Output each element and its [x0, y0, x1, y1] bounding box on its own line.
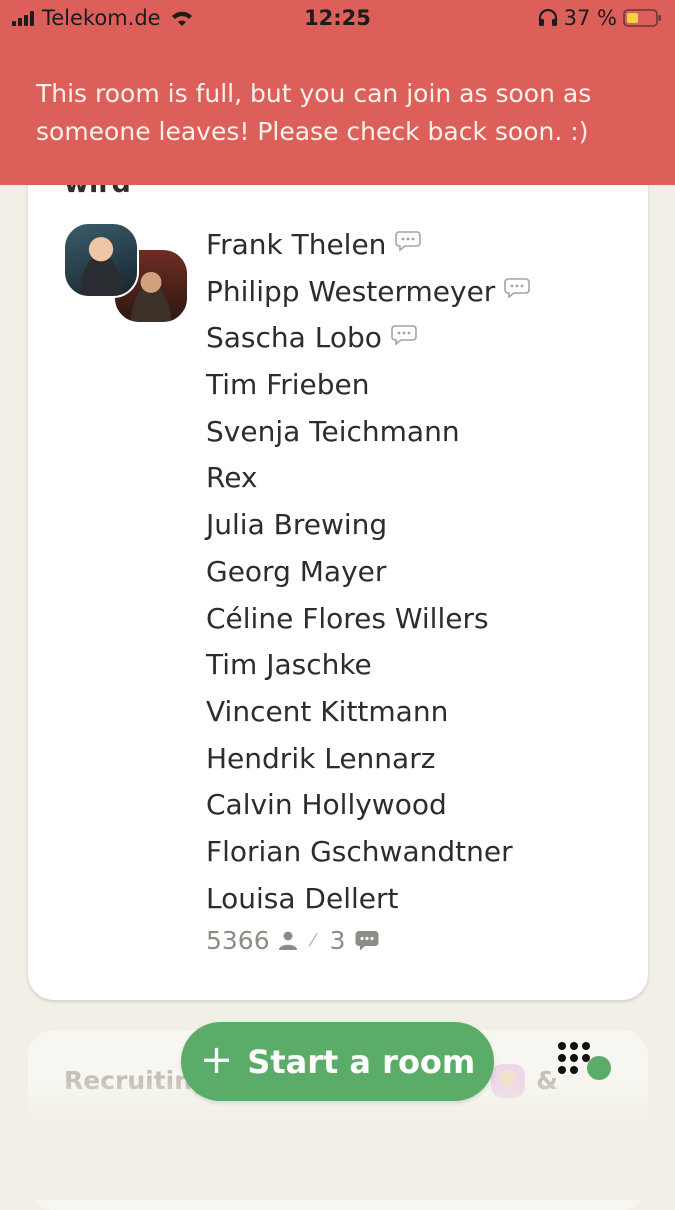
speaker-name: Calvin Hollywood: [206, 788, 447, 822]
speaker-item: Georg Mayer: [206, 549, 530, 596]
speaker-name: Tim Frieben: [206, 368, 370, 402]
battery-percent: 37 %: [563, 6, 617, 30]
speech-bubble-icon: [504, 278, 531, 299]
start-room-button[interactable]: + Start a room: [181, 1022, 494, 1101]
speaker-name: Sascha Lobo: [206, 321, 382, 355]
speaker-name: Céline Flores Willers: [206, 601, 489, 635]
speaker-item: Sascha Lobo: [206, 315, 530, 362]
speaker-name: Hendrik Lennarz: [206, 741, 436, 775]
listener-count: 5366: [206, 926, 270, 955]
speaker-name: Georg Mayer: [206, 554, 387, 588]
speaker-name: Philipp Westermeyer: [206, 274, 496, 308]
headphones-icon: [538, 9, 557, 26]
speaker-item: Vincent Kittmann: [206, 689, 530, 736]
speaker-name: Florian Gschwandtner: [206, 834, 513, 868]
plus-icon: +: [199, 1036, 234, 1083]
speaker-item: Philipp Westermeyer: [206, 269, 531, 316]
person-icon: [278, 931, 297, 950]
chat-bubble-icon: [355, 930, 379, 950]
room-stats: 5366 ⁄ 3: [206, 926, 379, 955]
speaker-count: 3: [329, 926, 346, 955]
speech-bubble-icon: [395, 231, 422, 253]
speaker-avatar-1: [63, 222, 139, 298]
speaker-item: Céline Flores Willers: [206, 596, 530, 643]
speaker-item: Louisa Dellert: [206, 876, 530, 923]
speaker-item: Svenja Teichmann: [206, 409, 530, 456]
dial-grid-icon[interactable]: [556, 1040, 616, 1084]
start-room-label: Start a room: [247, 1042, 476, 1081]
status-left: Telekom.de: [0, 6, 195, 30]
banner-message: This room is full, but you can join as s…: [36, 79, 592, 146]
speaker-item: Frank Thelen: [206, 222, 530, 269]
speaker-item: Hendrik Lennarz: [206, 736, 530, 783]
cell-signal-icon: [12, 10, 34, 26]
speaker-item: Tim Frieben: [206, 362, 530, 409]
speech-bubble-icon: [391, 324, 417, 346]
stats-divider: ⁄: [311, 930, 315, 951]
speaker-item: Tim Jaschke: [206, 642, 530, 689]
speaker-name: Frank Thelen: [206, 228, 387, 261]
wifi-icon: [171, 11, 192, 26]
speaker-item: Florian Gschwandtner: [206, 829, 530, 876]
speaker-item: Rex: [206, 455, 530, 502]
speaker-name: Vincent Kittmann: [206, 694, 449, 728]
speaker-name: Rex: [206, 461, 258, 495]
speaker-name: Svenja Teichmann: [206, 414, 460, 448]
battery-icon: [623, 9, 661, 27]
speaker-item: Julia Brewing: [206, 502, 530, 549]
speaker-item: Calvin Hollywood: [206, 782, 530, 829]
status-right: 37 %: [538, 6, 675, 30]
speaker-name: Louisa Dellert: [206, 881, 399, 915]
status-bar: Telekom.de 12:25 37 %: [0, 0, 675, 36]
speaker-list: Frank Thelen Philipp Westermeyer Sascha …: [206, 222, 531, 923]
room-card[interactable]: wird Frank Thelen Philipp Westermeyer Sa…: [28, 150, 648, 1000]
speaker-name: Tim Jaschke: [206, 648, 372, 682]
carrier-label: Telekom.de: [42, 6, 161, 30]
speaker-name: Julia Brewing: [206, 508, 388, 542]
